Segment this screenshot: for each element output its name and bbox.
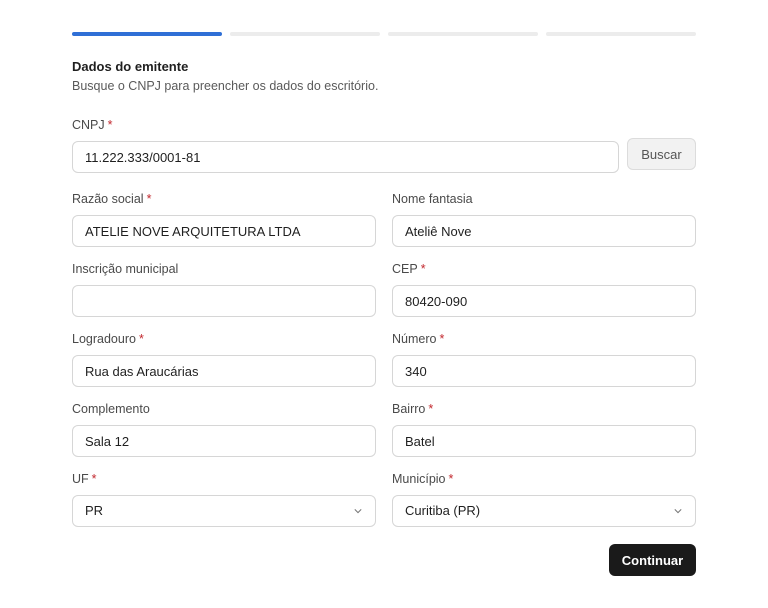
required-marker: * [448,472,454,486]
municipio-select-wrapper: Curitiba (PR) [392,495,696,527]
step-3-indicator [388,32,538,36]
continuar-button[interactable]: Continuar [609,544,696,576]
complemento-label: Complemento [72,402,150,416]
section-title: Dados do emitente [72,59,189,74]
chevron-down-icon [674,509,682,514]
numero-field-group: Número * [392,331,696,387]
required-marker: * [428,402,434,416]
nome-fantasia-field-group: Nome fantasia [392,191,696,247]
required-marker: * [138,332,144,346]
razao-social-input[interactable] [72,215,376,247]
progress-stepper [72,32,696,36]
municipio-field-group: Município * Curitiba (PR) [392,471,696,527]
municipio-select[interactable]: Curitiba (PR) [392,495,696,527]
numero-label: Número * [392,332,445,346]
complemento-field-group: Complemento [72,401,376,457]
nome-fantasia-input[interactable] [392,215,696,247]
cep-field-group: CEP * [392,261,696,317]
cnpj-field-group: CNPJ * [72,117,619,173]
bairro-field-group: Bairro * [392,401,696,457]
logradouro-input[interactable] [72,355,376,387]
nome-fantasia-label: Nome fantasia [392,192,473,206]
razao-social-field-group: Razão social * [72,191,376,247]
buscar-button[interactable]: Buscar [627,138,696,170]
required-marker: * [439,332,445,346]
chevron-down-icon [354,509,362,514]
inscricao-municipal-field-group: Inscrição municipal [72,261,376,317]
cep-input[interactable] [392,285,696,317]
section-subtitle: Busque o CNPJ para preencher os dados do… [72,79,379,93]
cep-label: CEP * [392,262,426,276]
step-4-indicator [546,32,696,36]
inscricao-municipal-label: Inscrição municipal [72,262,179,276]
cnpj-label: CNPJ * [72,118,113,132]
required-marker: * [146,192,152,206]
uf-select-wrapper: PR [72,495,376,527]
bairro-label: Bairro * [392,402,434,416]
logradouro-label: Logradouro * [72,332,144,346]
uf-label: UF * [72,472,97,486]
numero-input[interactable] [392,355,696,387]
required-marker: * [107,118,113,132]
inscricao-municipal-input[interactable] [72,285,376,317]
step-1-indicator [72,32,222,36]
step-2-indicator [230,32,380,36]
uf-field-group: UF * PR [72,471,376,527]
required-marker: * [420,262,426,276]
logradouro-field-group: Logradouro * [72,331,376,387]
cnpj-input[interactable] [72,141,619,173]
uf-select[interactable]: PR [72,495,376,527]
bairro-input[interactable] [392,425,696,457]
razao-social-label: Razão social * [72,192,152,206]
complemento-input[interactable] [72,425,376,457]
required-marker: * [91,472,97,486]
municipio-label: Município * [392,472,454,486]
